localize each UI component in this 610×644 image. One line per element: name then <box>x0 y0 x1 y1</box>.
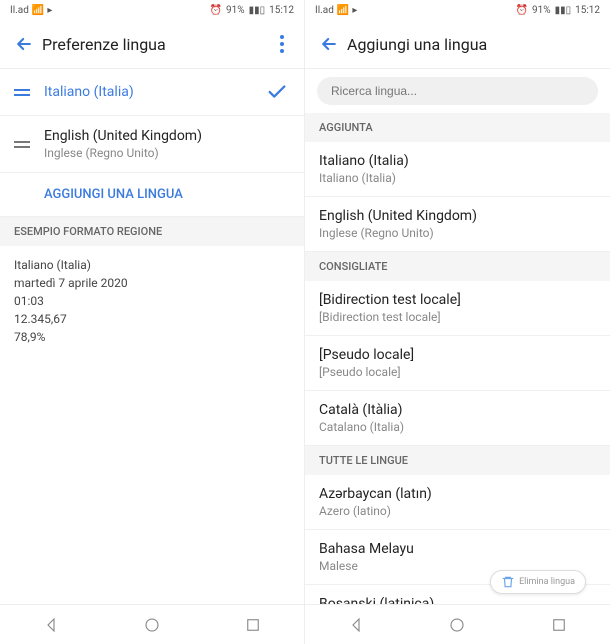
section-all: TUTTE LE LINGUE <box>305 446 610 475</box>
nav-home-button[interactable] <box>428 610 486 640</box>
language-sub: Inglese (Regno Unito) <box>44 146 288 160</box>
carrier-label: Il.ad <box>10 5 29 16</box>
drag-handle-icon[interactable] <box>14 141 30 148</box>
signal-icon: 📶 <box>32 5 44 16</box>
item-name: [Pseudo locale] <box>319 347 596 363</box>
language-row[interactable]: Italiano (Italia) <box>0 69 304 116</box>
region-example-header: ESEMPIO FORMATO REGIONE <box>0 217 304 246</box>
page-title: Aggiungi una lingua <box>347 35 596 54</box>
alarm-icon: ⏰ <box>516 5 528 16</box>
trash-icon <box>501 575 515 589</box>
item-sub: Italiano (Italia) <box>319 171 596 185</box>
status-bar: Il.ad 📶 ▸ ⏰ 91% ▮▮▯ 15:12 <box>305 0 610 20</box>
nav-home-button[interactable] <box>123 610 181 640</box>
item-name: Bahasa Melayu <box>319 541 596 557</box>
language-row[interactable]: English (United Kingdom) Inglese (Regno … <box>0 116 304 173</box>
page-title: Preferenze lingua <box>42 35 274 54</box>
item-sub: Catalano (Italia) <box>319 420 596 434</box>
section-suggested: CONSIGLIATE <box>305 252 610 281</box>
add-language-button[interactable]: AGGIUNGI UNA LINGUA <box>0 173 304 217</box>
list-item[interactable]: [Pseudo locale] [Pseudo locale] <box>305 336 610 391</box>
nav-back-button[interactable] <box>327 610 385 640</box>
item-name: English (United Kingdom) <box>319 208 596 224</box>
item-sub: Inglese (Regno Unito) <box>319 226 596 240</box>
nav-back-button[interactable] <box>22 610 80 640</box>
back-button[interactable] <box>6 30 42 58</box>
region-percent: 78,9% <box>14 328 290 346</box>
add-language-panel: Il.ad 📶 ▸ ⏰ 91% ▮▮▯ 15:12 Aggiungi una l… <box>305 0 610 644</box>
list-item[interactable]: Italiano (Italia) Italiano (Italia) <box>305 142 610 197</box>
region-time: 01:03 <box>14 292 290 310</box>
list-item[interactable]: Català (Itàlia) Catalano (Italia) <box>305 391 610 446</box>
list-item[interactable]: English (United Kingdom) Inglese (Regno … <box>305 197 610 252</box>
battery-icon: ▮▮▯ <box>249 5 266 16</box>
language-name: Italiano (Italia) <box>44 84 266 100</box>
item-sub: [Bidirection test locale] <box>319 310 596 324</box>
clock: 15:12 <box>269 5 294 16</box>
battery-pct: 91% <box>226 5 245 16</box>
language-name: English (United Kingdom) <box>44 128 288 144</box>
region-number: 12.345,67 <box>14 310 290 328</box>
list-item[interactable]: [Bidirection test locale] [Bidirection t… <box>305 281 610 336</box>
search-input[interactable] <box>317 77 598 105</box>
nav-bar <box>305 604 610 644</box>
drag-handle-icon[interactable] <box>14 89 30 96</box>
preferences-panel: Il.ad 📶 ▸ ⏰ 91% ▮▮▯ 15:12 Preferenze lin… <box>0 0 305 644</box>
item-name: Italiano (Italia) <box>319 153 596 169</box>
delete-language-pill[interactable]: Elimina lingua <box>490 570 586 594</box>
battery-icon: ▮▮▯ <box>555 5 572 16</box>
item-name: [Bidirection test locale] <box>319 292 596 308</box>
region-date: martedì 7 aprile 2020 <box>14 274 290 292</box>
list-item[interactable]: Azərbaycan (latın) Azero (latino) <box>305 475 610 530</box>
wifi-icon: ▸ <box>352 5 357 16</box>
section-added: AGGIUNTA <box>305 113 610 142</box>
status-bar: Il.ad 📶 ▸ ⏰ 91% ▮▮▯ 15:12 <box>0 0 304 20</box>
item-sub: Azero (latino) <box>319 504 596 518</box>
delete-label: Elimina lingua <box>519 577 575 587</box>
nav-bar <box>0 604 304 644</box>
nav-recent-button[interactable] <box>530 610 588 640</box>
carrier-label: Il.ad <box>315 5 334 16</box>
header-bar: Aggiungi una lingua <box>305 20 610 69</box>
alarm-icon: ⏰ <box>210 5 222 16</box>
clock: 15:12 <box>575 5 600 16</box>
overflow-menu-button[interactable] <box>274 31 290 57</box>
region-locale: Italiano (Italia) <box>14 256 290 274</box>
item-name: Azərbaycan (latın) <box>319 486 596 502</box>
check-icon <box>266 81 288 103</box>
battery-pct: 91% <box>532 5 551 16</box>
item-sub: [Pseudo locale] <box>319 365 596 379</box>
back-button[interactable] <box>311 30 347 58</box>
signal-icon: 📶 <box>337 5 349 16</box>
region-info: Italiano (Italia) martedì 7 aprile 2020 … <box>0 246 304 356</box>
header-bar: Preferenze lingua <box>0 20 304 69</box>
nav-recent-button[interactable] <box>224 610 282 640</box>
item-name: Català (Itàlia) <box>319 402 596 418</box>
wifi-icon: ▸ <box>47 5 52 16</box>
